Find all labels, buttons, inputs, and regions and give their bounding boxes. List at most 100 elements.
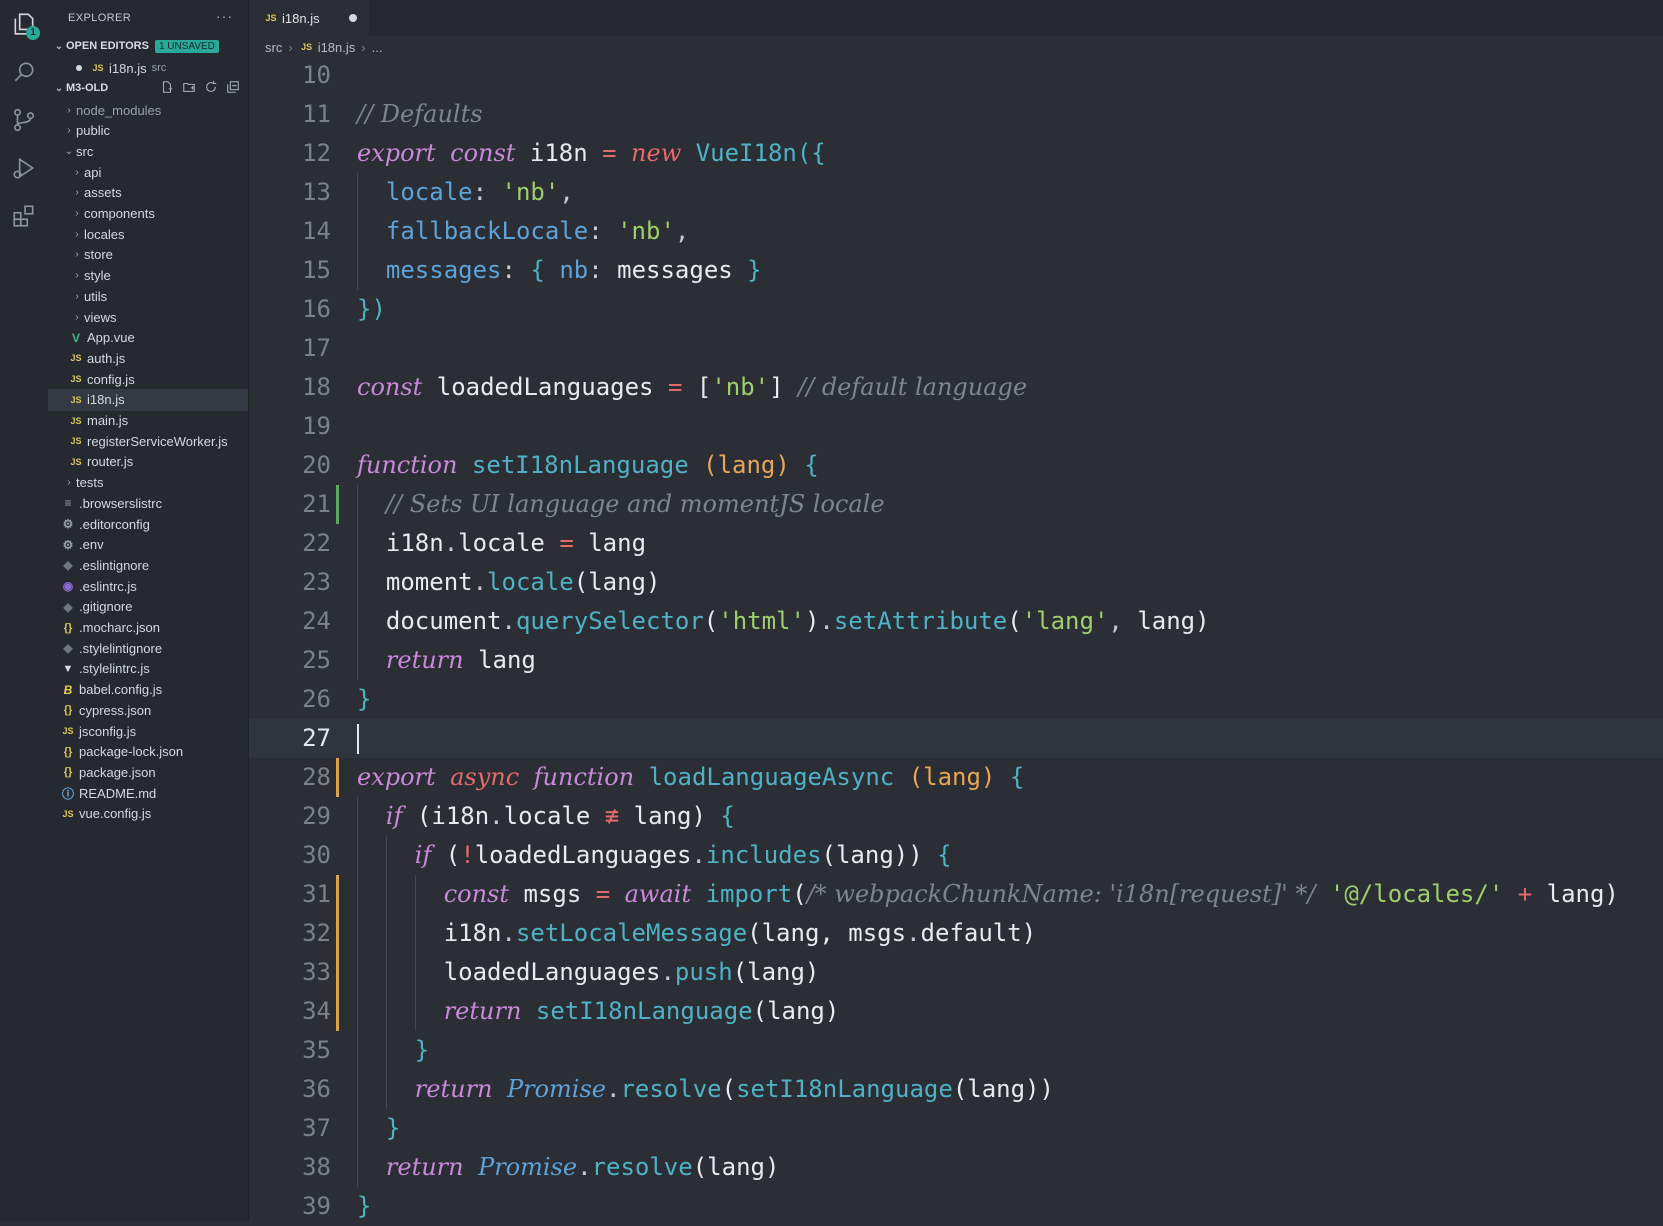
tree-file[interactable]: ◉ .eslintrc.js: [48, 575, 248, 597]
code-line[interactable]: 14 fallbackLocale: 'nb',: [249, 212, 1663, 251]
code-token: .: [577, 1153, 592, 1181]
code-line[interactable]: 37 }: [249, 1109, 1663, 1148]
tree-file[interactable]: ◆ .gitignore: [48, 596, 248, 618]
tree-folder[interactable]: › api: [48, 161, 248, 183]
code-token: .: [489, 802, 504, 830]
files-icon[interactable]: 1: [0, 0, 48, 48]
chevron-right-icon: ›: [75, 228, 79, 240]
code-line[interactable]: 33 loadedLanguages.push(lang): [249, 953, 1663, 992]
tree-folder[interactable]: › public: [48, 120, 248, 142]
code-line[interactable]: 16}): [249, 290, 1663, 329]
tree-file[interactable]: JS vue.config.js: [48, 803, 248, 825]
gutter-change-marker[interactable]: [336, 875, 339, 914]
code-line[interactable]: 28 export async function loadLanguageAsyn…: [249, 758, 1663, 797]
code-line[interactable]: 17: [249, 329, 1663, 368]
breadcrumb-symbol[interactable]: ...: [372, 40, 383, 55]
unsaved-dot-icon[interactable]: [76, 65, 82, 71]
gutter-change-marker[interactable]: [336, 953, 339, 992]
gutter-change-marker[interactable]: [336, 485, 339, 524]
code-line[interactable]: 23 moment.locale(lang): [249, 563, 1663, 602]
code-line[interactable]: 29 if (i18n.locale ≢ lang) {: [249, 797, 1663, 836]
tree-folder[interactable]: › assets: [48, 182, 248, 204]
code-token: const: [357, 373, 423, 401]
code-line[interactable]: 10: [249, 56, 1663, 95]
code-line[interactable]: 24 document.querySelector('html').setAtt…: [249, 602, 1663, 641]
code-line[interactable]: 22 i18n.locale = lang: [249, 524, 1663, 563]
code-line[interactable]: 32 i18n.setLocaleMessage(lang, msgs.defa…: [249, 914, 1663, 953]
gutter-change-marker[interactable]: [336, 758, 339, 797]
code-line[interactable]: 36 return Promise.resolve(setI18nLanguag…: [249, 1070, 1663, 1109]
tree-file[interactable]: {} package-lock.json: [48, 741, 248, 763]
tree-folder[interactable]: › node_modules: [48, 99, 248, 121]
eslint-icon: ◉: [62, 579, 74, 594]
tree-file[interactable]: Bbabel.config.js: [48, 679, 248, 701]
more-actions-button[interactable]: ···: [216, 8, 233, 24]
unsaved-dot-icon[interactable]: [349, 14, 357, 22]
new-folder-icon[interactable]: [182, 80, 196, 94]
tree-file[interactable]: ◆ .stylelintignore: [48, 637, 248, 659]
gutter-change-marker[interactable]: [336, 992, 339, 1031]
tree-folder[interactable]: › style: [48, 265, 248, 287]
refresh-icon[interactable]: [204, 80, 218, 94]
code-line[interactable]: 38 return Promise.resolve(lang): [249, 1148, 1663, 1187]
open-editors-section[interactable]: ⌄ OPEN EDITORS 1 UNSAVED: [48, 36, 248, 56]
code-line[interactable]: 12 export const i18n = new VueI18n({: [249, 134, 1663, 173]
extensions-icon[interactable]: [0, 192, 48, 240]
code-line[interactable]: 15 messages: { nb: messages }: [249, 251, 1663, 290]
code-line[interactable]: 11 // Defaults: [249, 95, 1663, 134]
tree-file[interactable]: ≡ .browserslistrc: [48, 492, 248, 514]
tree-file[interactable]: {} package.json: [48, 761, 248, 783]
collapse-all-icon[interactable]: [226, 80, 240, 94]
breadcrumb-file[interactable]: i18n.js: [318, 40, 356, 55]
run-debug-icon[interactable]: [0, 144, 48, 192]
tree-file[interactable]: ⓘ README.md: [48, 782, 248, 804]
tree-folder[interactable]: › tests: [48, 472, 248, 494]
code-line[interactable]: 26}: [249, 680, 1663, 719]
tree-file[interactable]: JS auth.js: [48, 347, 248, 369]
code-line[interactable]: 20 function setI18nLanguage (lang) {: [249, 446, 1663, 485]
tree-file[interactable]: {} cypress.json: [48, 699, 248, 721]
tree-file[interactable]: {} .mocharc.json: [48, 617, 248, 639]
search-icon[interactable]: [0, 48, 48, 96]
breadcrumb-src[interactable]: src: [265, 40, 282, 55]
code-line[interactable]: 35 }: [249, 1031, 1663, 1070]
tree-folder[interactable]: › store: [48, 244, 248, 266]
code-line[interactable]: 18 const loadedLanguages = ['nb'] // defa…: [249, 368, 1663, 407]
code-line[interactable]: 31 const msgs = await import(/* webpackC…: [249, 875, 1663, 914]
code-editor[interactable]: 10 11 // Defaults 12 export const i18n = new…: [249, 56, 1663, 1221]
tree-folder[interactable]: › views: [48, 306, 248, 328]
code-line[interactable]: 13 locale: 'nb',: [249, 173, 1663, 212]
tree-file[interactable]: ⚙ .editorconfig: [48, 513, 248, 535]
source-control-icon[interactable]: [0, 96, 48, 144]
gutter-change-marker[interactable]: [336, 914, 339, 953]
tree-folder[interactable]: › components: [48, 203, 248, 225]
code-line[interactable]: 25 return lang: [249, 641, 1663, 680]
tree-folder[interactable]: › locales: [48, 223, 248, 245]
code-line[interactable]: 30 if (!loadedLanguages.includes(lang)) …: [249, 836, 1663, 875]
indent-guide: [357, 485, 358, 680]
tree-file[interactable]: JS jsconfig.js: [48, 720, 248, 742]
tree-item-label: utils: [84, 288, 108, 304]
project-section[interactable]: ⌄ M3-OLD: [48, 78, 248, 98]
tab-i18n-js[interactable]: JS i18n.js: [249, 0, 369, 36]
code-line[interactable]: 34 return setI18nLanguage(lang): [249, 992, 1663, 1031]
tree-file[interactable]: ▼ .stylelintrc.js: [48, 658, 248, 680]
code-line[interactable]: 27: [249, 719, 1663, 758]
open-editor-item[interactable]: JS i18n.js src: [48, 57, 248, 79]
new-file-icon[interactable]: [160, 80, 174, 94]
tree-folder[interactable]: ⌄ src: [48, 140, 248, 162]
tree-file[interactable]: JS main.js: [48, 410, 248, 432]
tree-file[interactable]: ⚙ .env: [48, 534, 248, 556]
code-token: setI18nLanguage: [471, 451, 689, 479]
tree-file[interactable]: JS i18n.js: [48, 388, 248, 411]
tree-file[interactable]: V App.vue: [48, 327, 248, 349]
code-line[interactable]: 19: [249, 407, 1663, 446]
tree-file[interactable]: JS router.js: [48, 451, 248, 473]
code-line[interactable]: 21 // Sets UI language and momentJS loca…: [249, 485, 1663, 524]
code-line[interactable]: 39}: [249, 1187, 1663, 1226]
tree-file[interactable]: ◆ .eslintignore: [48, 554, 248, 576]
tree-folder[interactable]: › utils: [48, 285, 248, 307]
tree-file[interactable]: JS registerServiceWorker.js: [48, 430, 248, 452]
tree-file[interactable]: JS config.js: [48, 368, 248, 390]
